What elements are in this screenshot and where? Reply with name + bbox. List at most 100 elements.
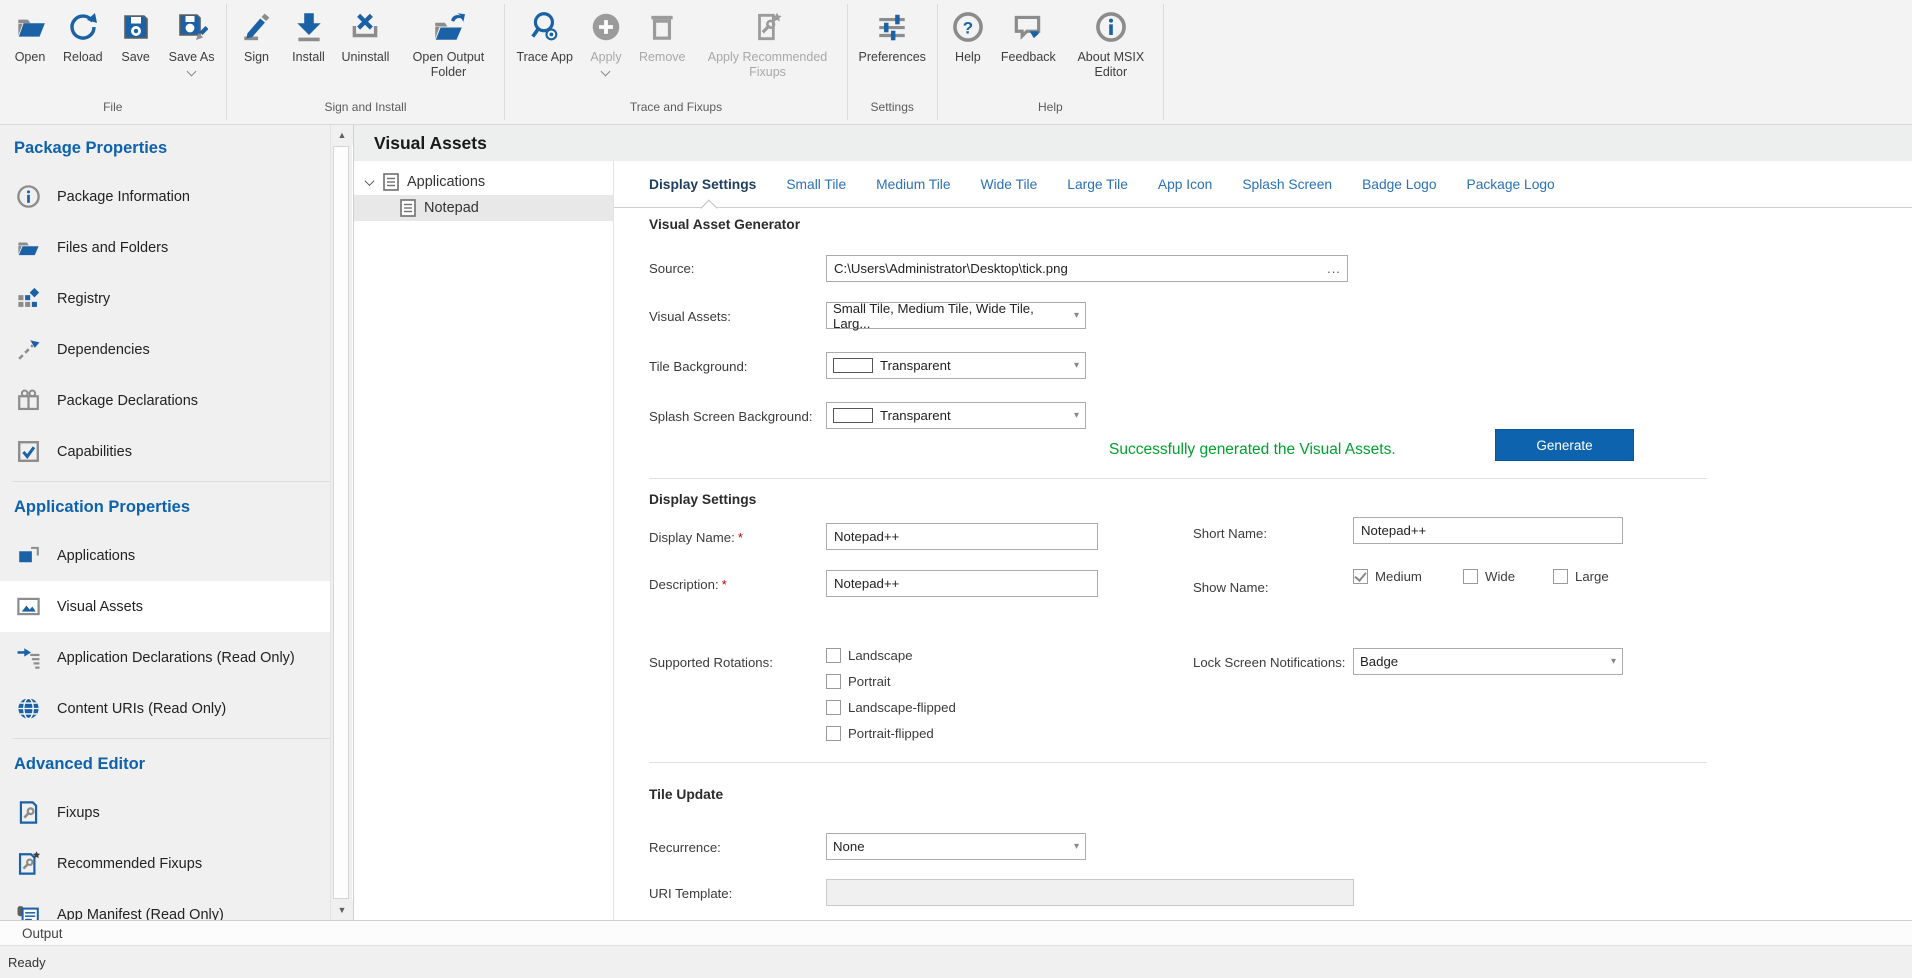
save-icon: [118, 9, 154, 45]
generate-button[interactable]: Generate: [1495, 429, 1634, 461]
tile-background-select[interactable]: Transparent ▾: [826, 352, 1086, 379]
browse-button[interactable]: ...: [1321, 256, 1347, 281]
ribbon-group-file: Open Reload Save: [0, 0, 226, 124]
description-input[interactable]: [826, 570, 1098, 597]
sidebar-item-package-declarations[interactable]: Package Declarations: [0, 375, 330, 426]
tab-wide-tile[interactable]: Wide Tile: [981, 177, 1038, 192]
sidebar-item-recommended-fixups[interactable]: Recommended Fixups: [0, 838, 330, 889]
sidebar-divider: [12, 738, 330, 739]
apply-plus-icon: [588, 9, 624, 45]
ribbon-group-sign-install: Sign Install Uninstall: [227, 0, 505, 124]
output-panel-bar[interactable]: Output: [0, 920, 1912, 946]
chevron-down-icon: [187, 67, 197, 77]
sidebar-section-package-properties: Package Properties: [0, 125, 330, 171]
checkbox-icon[interactable]: [826, 726, 841, 741]
checkbox-icon[interactable]: [826, 648, 841, 663]
chevron-down-icon: ▾: [1611, 656, 1616, 667]
chevron-down-icon: [601, 67, 611, 77]
checkbox-icon[interactable]: [826, 674, 841, 689]
checkbox-icon[interactable]: [826, 700, 841, 715]
save-as-button[interactable]: Save As: [162, 0, 222, 77]
remove-button[interactable]: Remove: [632, 0, 693, 67]
uninstall-button[interactable]: Uninstall: [335, 0, 397, 67]
uri-template-label: URI Template:: [649, 886, 732, 901]
ribbon-group-label-file: File: [4, 97, 222, 121]
sidebar-item-visual-assets[interactable]: Visual Assets: [0, 581, 330, 632]
sidebar-divider: [12, 481, 330, 482]
scrollbar-up-button[interactable]: ▲: [331, 125, 353, 145]
lock-screen-notifications-select[interactable]: Badge ▾: [1353, 648, 1623, 675]
tab-large-tile[interactable]: Large Tile: [1067, 177, 1128, 192]
apply-recommended-fixups-button[interactable]: Apply Recommended Fixups: [693, 0, 843, 82]
checkbox-checked-icon[interactable]: [1353, 569, 1368, 584]
feedback-button[interactable]: Feedback: [994, 0, 1063, 67]
tree-node-applications[interactable]: Applications: [354, 169, 613, 195]
visual-assets-select[interactable]: Small Tile, Medium Tile, Wide Tile, Larg…: [826, 302, 1086, 329]
save-button[interactable]: Save: [110, 0, 162, 67]
ribbon-group-settings: Preferences Settings: [848, 0, 937, 124]
tab-app-icon[interactable]: App Icon: [1158, 177, 1212, 192]
apply-button[interactable]: Apply: [580, 0, 632, 77]
open-folder-icon: [12, 9, 48, 45]
ribbon-group-help: ? Help Feedback About MSIX Editor: [938, 0, 1163, 124]
preferences-button[interactable]: Preferences: [852, 0, 933, 67]
rotation-portrait-flipped-checkbox[interactable]: Portrait-flipped: [826, 726, 934, 741]
sidebar-item-label: Package Information: [57, 189, 190, 205]
registry-grid-icon: [14, 285, 42, 313]
tab-badge-logo[interactable]: Badge Logo: [1362, 177, 1436, 192]
short-name-label: Short Name:: [1193, 526, 1267, 541]
tree-expander-icon[interactable]: [365, 176, 375, 186]
show-name-wide-checkbox[interactable]: Wide: [1463, 569, 1515, 584]
sidebar-item-package-information[interactable]: Package Information: [0, 171, 330, 222]
sidebar-item-label: App Manifest (Read Only): [57, 907, 224, 921]
open-button[interactable]: Open: [4, 0, 56, 67]
tab-package-logo[interactable]: Package Logo: [1467, 177, 1555, 192]
about-msix-editor-button[interactable]: About MSIX Editor: [1063, 0, 1159, 82]
help-button[interactable]: ? Help: [942, 0, 994, 67]
checkbox-icon[interactable]: [1463, 569, 1478, 584]
tab-display-settings[interactable]: Display Settings: [649, 177, 756, 192]
display-name-input[interactable]: [826, 523, 1098, 550]
section-divider: [649, 762, 1707, 763]
sidebar-item-app-manifest[interactable]: App Manifest (Read Only): [0, 889, 330, 920]
sidebar-item-fixups[interactable]: Fixups: [0, 787, 330, 838]
sidebar-item-application-declarations[interactable]: Application Declarations (Read Only): [0, 632, 330, 683]
uri-template-input[interactable]: [826, 879, 1354, 906]
required-asterisk: *: [722, 577, 727, 592]
about-info-icon: [1093, 9, 1129, 45]
recurrence-select[interactable]: None ▾: [826, 833, 1086, 860]
tab-splash-screen[interactable]: Splash Screen: [1242, 177, 1332, 192]
sidebar-item-label: Dependencies: [57, 342, 150, 358]
trace-app-button[interactable]: Trace App: [509, 0, 580, 67]
display-name-label: Display Name:*: [649, 530, 743, 545]
show-name-large-checkbox[interactable]: Large: [1553, 569, 1609, 584]
rotation-landscape-checkbox[interactable]: Landscape: [826, 648, 913, 663]
short-name-input[interactable]: [1353, 517, 1623, 544]
tab-small-tile[interactable]: Small Tile: [786, 177, 846, 192]
sidebar-item-registry[interactable]: Registry: [0, 273, 330, 324]
sidebar-item-label: Visual Assets: [57, 599, 143, 615]
color-swatch: [833, 408, 873, 423]
scrollbar-down-button[interactable]: ▼: [331, 900, 353, 920]
sidebar-item-files-and-folders[interactable]: Files and Folders: [0, 222, 330, 273]
rotation-portrait-checkbox[interactable]: Portrait: [826, 674, 891, 689]
tab-medium-tile[interactable]: Medium Tile: [876, 177, 950, 192]
sidebar-item-content-uris[interactable]: Content URIs (Read Only): [0, 683, 330, 734]
checkbox-icon[interactable]: [1553, 569, 1568, 584]
tree-node-notepad[interactable]: Notepad: [354, 195, 613, 221]
sign-button[interactable]: Sign: [231, 0, 283, 67]
arrow-list-icon: [14, 644, 42, 672]
rotation-landscape-flipped-checkbox[interactable]: Landscape-flipped: [826, 700, 956, 715]
open-output-folder-button[interactable]: Open Output Folder: [396, 0, 500, 82]
scrollbar-thumb[interactable]: [333, 146, 349, 899]
show-name-medium-checkbox[interactable]: Medium: [1353, 569, 1422, 584]
sidebar-item-dependencies[interactable]: Dependencies: [0, 324, 330, 375]
splash-background-select[interactable]: Transparent ▾: [826, 402, 1086, 429]
sidebar-item-applications[interactable]: Applications: [0, 530, 330, 581]
sidebar-item-capabilities[interactable]: Capabilities: [0, 426, 330, 477]
description-label: Description:*: [649, 577, 727, 592]
source-input[interactable]: [827, 261, 1321, 276]
globe-icon: [14, 695, 42, 723]
install-button[interactable]: Install: [283, 0, 335, 67]
reload-button[interactable]: Reload: [56, 0, 110, 67]
